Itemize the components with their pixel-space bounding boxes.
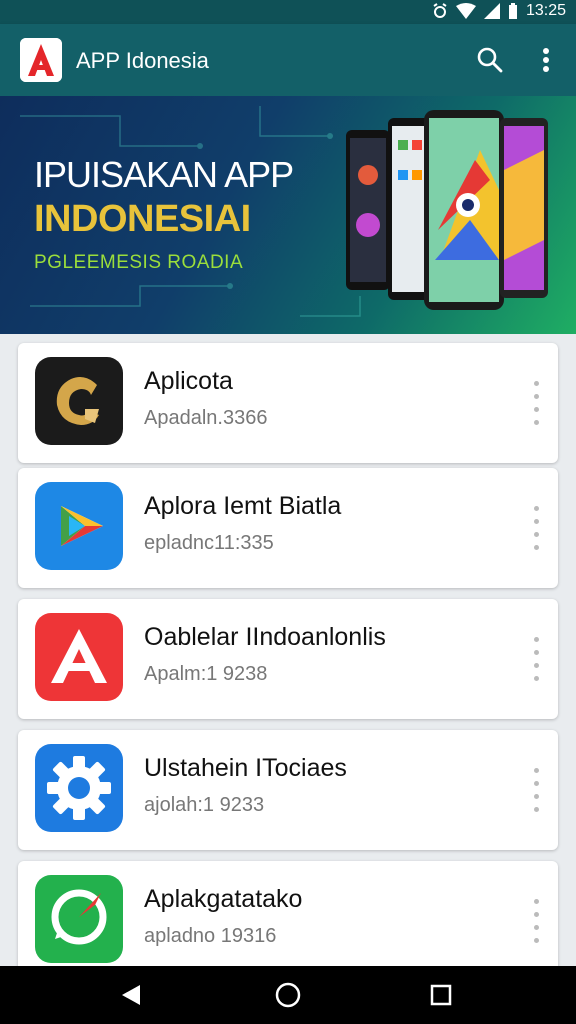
app-name: Aplicota (144, 367, 233, 395)
dot (533, 925, 539, 930)
list-item[interactable]: Ulstahein ITociaes ajolah:1 9233 (18, 730, 558, 850)
phones-illustration (346, 110, 548, 310)
app-subtitle: Apadaln.3366 (144, 407, 268, 429)
app-bar: APP Idonesia (0, 24, 576, 96)
back-icon (122, 985, 140, 1005)
wifi-icon (455, 3, 476, 19)
list-item[interactable]: Aplicota Apadaln.3366 (18, 343, 558, 463)
home-button[interactable] (273, 980, 303, 1010)
dot (533, 637, 539, 642)
gold-c-icon (35, 357, 123, 445)
recents-button[interactable] (426, 980, 456, 1010)
item-menu-button[interactable] (526, 629, 546, 689)
dot (533, 781, 539, 786)
app-subtitle: Apalm:1 9238 (144, 663, 268, 685)
dot (533, 407, 539, 412)
list-item[interactable]: Aplora Iemt Biatla epladnc11:335 (18, 468, 558, 588)
list-item[interactable]: Aplakgatatako apladno 19316 (18, 861, 558, 981)
list-item[interactable]: Oablelar IIndoanlonlis Apalm:1 9238 (18, 599, 558, 719)
dot (533, 899, 539, 904)
app-icon (35, 357, 123, 445)
banner-headline: IPUISAKAN APP (34, 154, 294, 195)
item-menu-button[interactable] (526, 891, 546, 951)
banner-tagline: PGLEEMESIS ROADIA (34, 252, 244, 273)
search-icon (477, 47, 503, 73)
signal-icon (483, 3, 500, 19)
dot (533, 807, 539, 812)
play-triangle-icon (35, 482, 123, 570)
dot (533, 663, 539, 668)
home-icon (275, 982, 301, 1008)
dot (533, 650, 539, 655)
app-subtitle: apladno 19316 (144, 925, 277, 947)
item-menu-button[interactable] (526, 760, 546, 820)
dot (533, 394, 539, 399)
app-name: Oablelar IIndoanlonlis (144, 623, 386, 651)
dot (533, 420, 539, 425)
battery-icon (508, 3, 517, 19)
dot (533, 381, 539, 386)
dot (533, 912, 539, 917)
app-logo (20, 38, 62, 82)
dot (533, 938, 539, 943)
back-button[interactable] (116, 980, 146, 1010)
dot (533, 532, 539, 537)
app-subtitle: ajolah:1 9233 (144, 794, 265, 816)
more-options-button[interactable] (528, 42, 564, 78)
dot (533, 506, 539, 511)
letter-a-icon (35, 613, 123, 701)
system-nav-bar (0, 966, 576, 1024)
app-name: Aplora Iemt Biatla (144, 492, 342, 520)
status-time: 13:25 (525, 2, 566, 19)
banner-title: INDONESIAI (34, 198, 251, 240)
recents-icon (430, 984, 452, 1006)
dot (533, 676, 539, 681)
item-menu-button[interactable] (526, 373, 546, 433)
app-icon (35, 482, 123, 570)
dot (533, 545, 539, 550)
app-icon (35, 875, 123, 963)
app-title: APP Idonesia (76, 48, 209, 73)
chat-bubble-icon (35, 875, 123, 963)
app-icon (35, 744, 123, 832)
item-menu-button[interactable] (526, 498, 546, 558)
search-button[interactable] (472, 42, 508, 78)
promo-banner[interactable]: IPUISAKAN APP INDONESIAI PGLEEMESIS ROAD… (0, 96, 576, 334)
status-icons: 13:25 (432, 2, 566, 20)
alarm-icon (433, 3, 447, 18)
app-name: Aplakgatatako (144, 885, 303, 913)
app-logo-icon (20, 38, 62, 82)
app-icon (35, 613, 123, 701)
app-name: Ulstahein ITociaes (144, 754, 347, 782)
dot (533, 519, 539, 524)
dot (533, 768, 539, 773)
app-subtitle: epladnc11:335 (144, 532, 274, 554)
dot (533, 794, 539, 799)
gear-icon (35, 744, 123, 832)
more-vert-icon (543, 48, 549, 72)
status-bar: 13:25 (0, 0, 576, 24)
